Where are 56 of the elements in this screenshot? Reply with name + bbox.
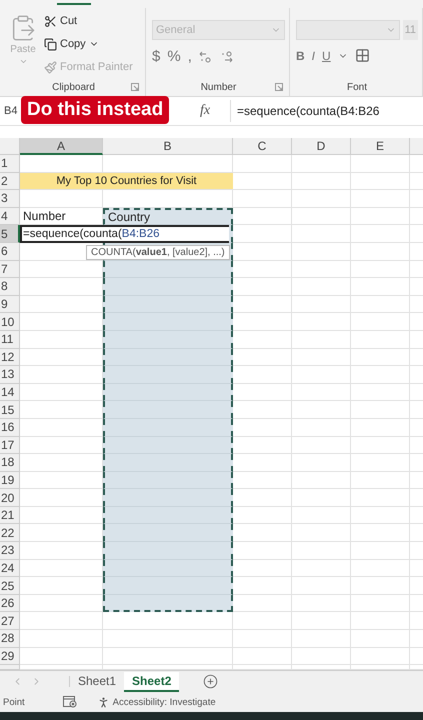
cut-button[interactable]: Cut xyxy=(44,10,133,32)
table-cell: Country xyxy=(103,208,233,226)
row-header[interactable]: 19 xyxy=(0,472,20,490)
accessibility-status[interactable]: Accessibility: Investigate xyxy=(112,696,216,708)
row-header[interactable]: 9 xyxy=(0,296,20,314)
row-header[interactable]: 21 xyxy=(0,506,20,524)
number-format-button[interactable]: , xyxy=(188,48,192,65)
row-header[interactable]: 24 xyxy=(0,560,20,578)
column-header[interactable]: E xyxy=(351,138,410,155)
font-style-button[interactable]: B xyxy=(296,48,305,62)
row-header[interactable]: 5 xyxy=(0,225,20,243)
row-header[interactable]: 29 xyxy=(0,648,20,666)
row-header[interactable]: 12 xyxy=(0,348,20,366)
column-header[interactable]: A xyxy=(20,138,103,155)
row-header[interactable]: 14 xyxy=(0,384,20,402)
function-tooltip: COUNTA(value1, [value2], ...) xyxy=(86,245,230,260)
column-header[interactable]: C xyxy=(233,138,292,155)
row-header[interactable]: 17 xyxy=(0,436,20,454)
row-header[interactable]: 18 xyxy=(0,454,20,472)
row-header[interactable]: 13 xyxy=(0,366,20,384)
row-header[interactable]: 7 xyxy=(0,260,20,278)
row-header[interactable]: 27 xyxy=(0,612,20,630)
font-style-button[interactable]: U xyxy=(322,48,331,62)
insert-function-button[interactable]: fx xyxy=(180,103,230,119)
formula-field[interactable]: =sequence(counta(B4:B26 xyxy=(230,100,423,122)
row-header[interactable]: 2 xyxy=(0,172,20,190)
row-header[interactable]: 8 xyxy=(0,278,20,296)
group-label: Font xyxy=(346,82,367,93)
row-header[interactable]: 10 xyxy=(0,313,20,331)
group-label: Clipboard xyxy=(52,82,95,93)
sheet-tab[interactable]: Sheet2 xyxy=(124,672,180,692)
title-cell: My Top 10 Countries for Visit xyxy=(20,172,233,190)
row-header[interactable]: 3 xyxy=(0,190,20,208)
row-header[interactable]: 25 xyxy=(0,577,20,595)
copy-button[interactable]: Copy xyxy=(44,33,133,55)
number-format-button[interactable]: % xyxy=(167,48,181,65)
name-box[interactable]: B4 xyxy=(4,105,18,117)
row-header[interactable]: 22 xyxy=(0,524,20,542)
row-header[interactable]: 28 xyxy=(0,630,20,648)
row-header[interactable]: 1 xyxy=(0,155,20,173)
row-header[interactable]: 11 xyxy=(0,330,20,349)
caption-overlay: Do this instead xyxy=(21,96,170,124)
column-header[interactable]: D xyxy=(292,138,351,155)
row-header[interactable]: 15 xyxy=(0,401,20,419)
row-header[interactable]: 4 xyxy=(0,208,20,226)
row-header[interactable]: 20 xyxy=(0,489,20,507)
row-header[interactable]: 6 xyxy=(0,242,20,261)
row-header[interactable]: 23 xyxy=(0,542,20,560)
number-format-button[interactable]: $ xyxy=(152,48,160,65)
sheet-tab[interactable]: Sheet1 xyxy=(70,672,124,692)
column-header[interactable]: B xyxy=(103,138,233,155)
row-header[interactable]: 26 xyxy=(0,594,20,612)
mode-indicator: Point xyxy=(3,696,25,708)
row-header[interactable]: 16 xyxy=(0,418,20,436)
font-style-button[interactable]: I xyxy=(312,48,316,62)
group-label: Number xyxy=(200,82,236,93)
